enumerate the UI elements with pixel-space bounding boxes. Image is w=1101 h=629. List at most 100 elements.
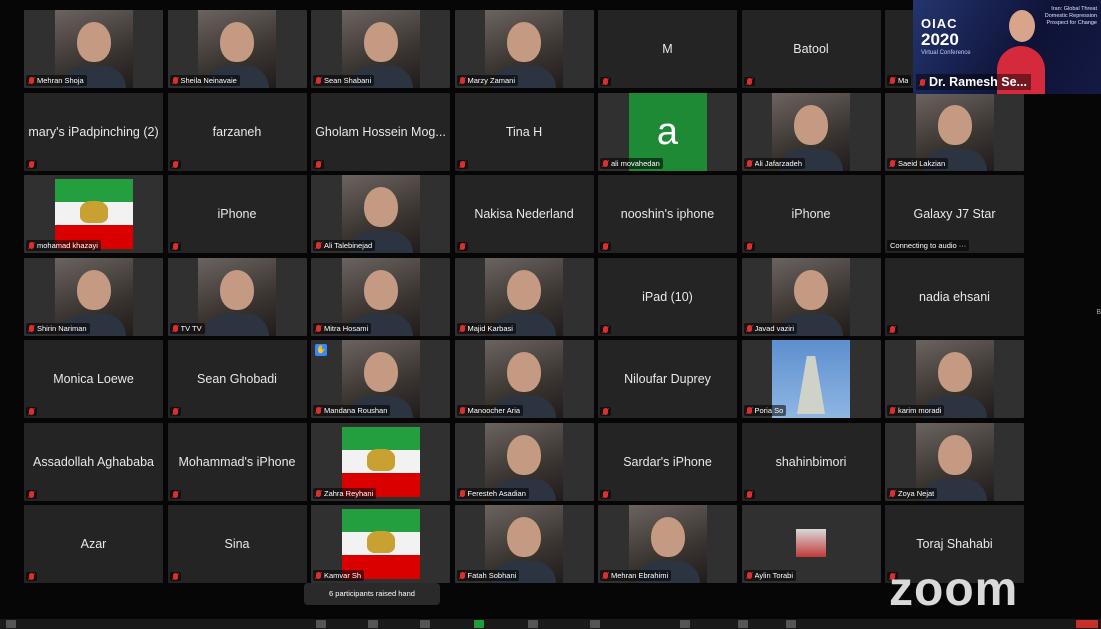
participant-tile[interactable]: Niloufar Duprey bbox=[598, 340, 737, 418]
participant-tile[interactable]: Fatah Sobhani bbox=[454, 505, 594, 583]
participant-tile[interactable]: Sean Shabani bbox=[311, 10, 450, 88]
participant-tile[interactable]: nooshin's iphone bbox=[598, 175, 737, 253]
record-icon[interactable] bbox=[528, 620, 538, 628]
participant-tile[interactable]: Sean Ghobadi bbox=[167, 340, 307, 418]
reactions-icon[interactable] bbox=[680, 620, 690, 628]
mic-muted-icon bbox=[172, 77, 178, 84]
participant-tile[interactable]: M bbox=[598, 10, 737, 88]
security-icon[interactable] bbox=[316, 620, 326, 628]
participant-name: Saeid Lakzian bbox=[898, 158, 946, 168]
participant-label bbox=[600, 242, 611, 251]
participant-tile[interactable]: farzaneh bbox=[167, 92, 307, 171]
participants-icon[interactable] bbox=[368, 620, 378, 628]
more-icon[interactable] bbox=[786, 620, 796, 628]
participant-tile[interactable]: Galaxy J7 Star Connecting to audio ··· bbox=[885, 175, 1024, 253]
mic-muted-icon bbox=[172, 243, 178, 250]
raised-hand-icon: ✋ bbox=[315, 344, 327, 356]
participant-label bbox=[169, 572, 181, 581]
participant-label: mohamad khazayi bbox=[26, 240, 101, 251]
raised-hands-notice[interactable]: 6 participants raised hand bbox=[304, 583, 440, 605]
participant-tile[interactable]: Shirin Nariman bbox=[24, 257, 163, 336]
participant-face bbox=[507, 352, 541, 393]
participant-tile[interactable]: Mitra Hosami bbox=[311, 257, 450, 336]
participant-tile[interactable]: Gholam Hossein Mog... bbox=[311, 92, 450, 171]
participant-tile[interactable]: mary's iPadpinching (2) bbox=[24, 92, 163, 171]
participant-name: Shirin Nariman bbox=[37, 323, 87, 333]
participant-name: Mandana Roushan bbox=[324, 406, 388, 415]
participant-tile[interactable]: Ali Talebinejad bbox=[311, 175, 450, 253]
participant-label: Connecting to audio ··· bbox=[887, 240, 970, 251]
participant-tile[interactable]: Sina bbox=[167, 505, 307, 583]
mic-muted-icon bbox=[920, 78, 925, 86]
participant-label: Sean Shabani bbox=[313, 75, 375, 86]
participant-label: Feresteh Asadian bbox=[456, 487, 529, 499]
active-speaker-tile[interactable]: OIAC 2020 Virtual Conference Iran: Globa… bbox=[913, 0, 1101, 94]
mic-muted-icon bbox=[746, 159, 752, 167]
participant-tile[interactable]: Azar bbox=[24, 505, 163, 583]
participant-tile[interactable]: Mohammad's iPhone bbox=[167, 422, 307, 501]
participant-tile[interactable]: Javad vaziri bbox=[741, 257, 881, 336]
chat-icon[interactable] bbox=[420, 620, 430, 628]
participant-tile[interactable]: shahinbimori bbox=[741, 422, 881, 501]
participant-tile[interactable]: Poria So bbox=[741, 340, 881, 418]
participant-tile[interactable]: Zahra Reyhani bbox=[311, 422, 450, 501]
mic-muted-icon bbox=[746, 78, 752, 85]
share-screen-icon[interactable] bbox=[474, 620, 484, 628]
participant-name: M bbox=[662, 42, 673, 56]
participant-tile[interactable]: Batool bbox=[741, 10, 881, 88]
participant-tile[interactable]: mohamad khazayi bbox=[24, 175, 163, 253]
participant-tile[interactable]: Majid Karbasi bbox=[454, 257, 594, 336]
participant-name: shahinbimori bbox=[775, 454, 847, 469]
participant-tile[interactable]: Ali Jafarzadeh bbox=[741, 92, 881, 171]
participant-face bbox=[363, 22, 398, 63]
participant-name: Ali Jafarzadeh bbox=[754, 158, 803, 168]
participant-name: Feresteh Asadian bbox=[467, 488, 526, 498]
participant-body bbox=[205, 313, 269, 336]
mute-icon[interactable] bbox=[6, 620, 16, 628]
mic-muted-icon bbox=[603, 572, 608, 579]
apps-icon[interactable] bbox=[738, 620, 748, 628]
participant-tile[interactable]: Tina H bbox=[454, 92, 594, 171]
participant-tile[interactable]: Sheila Neinavaie bbox=[167, 10, 307, 88]
participant-name: nooshin's iphone bbox=[620, 207, 715, 221]
participant-tile[interactable]: karim moradi bbox=[885, 340, 1024, 418]
participant-face bbox=[76, 22, 111, 63]
participant-tile[interactable]: Manoocher Aria bbox=[454, 340, 594, 418]
mic-muted-icon bbox=[890, 77, 895, 84]
participant-tile[interactable]: Feresteh Asadian bbox=[454, 422, 594, 501]
participant-name: Mitra Hosami bbox=[324, 323, 369, 333]
conference-year: 2020 bbox=[921, 30, 959, 49]
participant-tile[interactable]: Zoya Nejat bbox=[885, 422, 1024, 501]
participant-face bbox=[76, 269, 111, 310]
participant-name: Zahra Reyhani bbox=[324, 488, 374, 498]
conference-logo: OIAC bbox=[921, 16, 958, 31]
participant-tile[interactable]: Saeid Lakzian bbox=[885, 92, 1024, 171]
participant-tile[interactable]: iPhone bbox=[167, 175, 307, 253]
participant-tile[interactable]: iPad (10) bbox=[598, 257, 737, 336]
participant-name: ali movahedan bbox=[611, 158, 660, 168]
participant-tile[interactable]: Monica Loewe bbox=[24, 340, 163, 418]
participant-tile[interactable]: Mehran Ebrahimi bbox=[598, 505, 737, 583]
participant-tile[interactable]: Mandana Roushan ✋ bbox=[311, 340, 450, 418]
participant-tile[interactable]: Aylin Torabi bbox=[741, 505, 881, 583]
participant-label: Ma bbox=[887, 75, 912, 86]
participant-tile[interactable]: Assadollah Aghababa bbox=[24, 422, 163, 501]
participant-tile[interactable]: Marzy Zamani bbox=[454, 10, 594, 88]
participant-tile[interactable]: TV TV bbox=[167, 257, 307, 336]
participant-tile[interactable]: Kamvar Sh bbox=[311, 505, 450, 583]
participant-face bbox=[937, 434, 972, 475]
participant-tile[interactable]: Sardar's iPhone bbox=[598, 422, 737, 501]
lion-and-sun-emblem bbox=[79, 201, 108, 223]
mic-muted-icon bbox=[29, 160, 34, 168]
participant-tile[interactable]: Mehran Shoja bbox=[24, 10, 163, 88]
end-meeting-button[interactable] bbox=[1076, 620, 1098, 628]
mic-muted-icon bbox=[890, 407, 895, 414]
participant-tile[interactable]: iPhone bbox=[741, 175, 881, 253]
participant-tile[interactable]: Nakisa Nederland bbox=[454, 175, 594, 253]
participant-tile[interactable]: a ali movahedan bbox=[598, 92, 737, 171]
breakout-rooms-icon[interactable] bbox=[590, 620, 600, 628]
participant-name: karim moradi bbox=[898, 406, 942, 415]
participant-face bbox=[363, 187, 398, 228]
mic-muted-icon bbox=[316, 160, 321, 168]
participant-tile[interactable]: nadia ehsani bbox=[885, 257, 1024, 336]
